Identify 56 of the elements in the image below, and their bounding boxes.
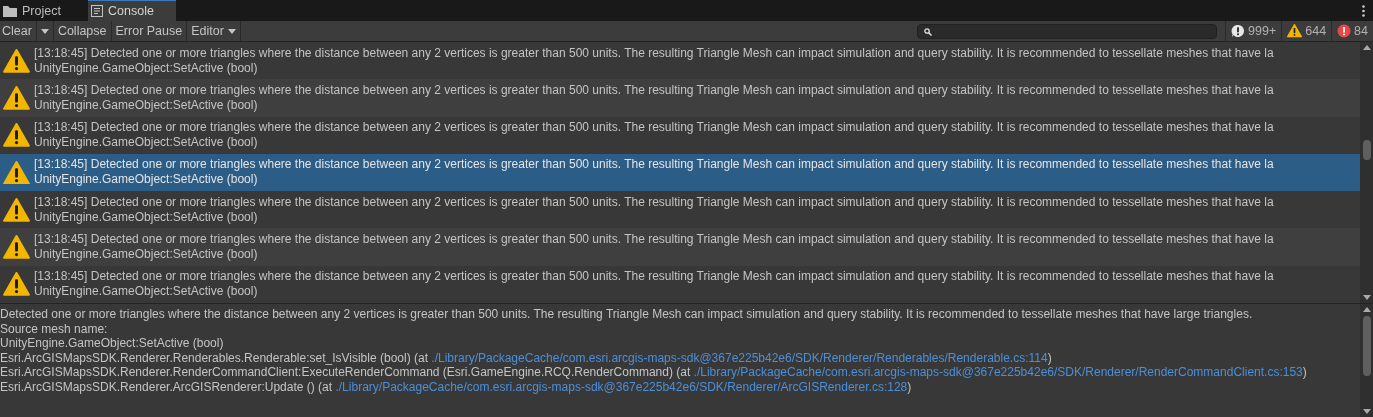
caret-icon <box>40 28 49 34</box>
log-source: UnityEngine.GameObject:SetActive (bool) <box>34 247 259 263</box>
error-icon <box>1337 24 1352 38</box>
log-message: [13:18:45] Detected one or more triangles where the distance between any 2 vertices is greater than 500 units. The resulting Triangle Mesh can impact simulation and query stability. It is recommended to tessellate meshes that have la <box>34 82 1274 98</box>
list-icon <box>91 5 103 17</box>
log-message: [13:18:45] Detected one or more triangles where the distance between any 2 vertices is greater than 500 units. The resulting Triangle Mesh can impact simulation and query stability. It is recommended to tessellate meshes that have la <box>34 120 1274 136</box>
scroll-thumb[interactable] <box>1362 140 1371 160</box>
stack-trace-line: Esri.ArcGISMapsSDK.Renderer.Renderables.Renderable:set_IsVisible (bool) (at ./Library/PackageCache/com.esri.arcgis-maps-sdk@367e225b42e6/SDK/Renderer/Renderables/Renderable.cs:114) <box>0 350 1053 366</box>
warning-icon <box>3 86 30 110</box>
log-entry[interactable] <box>0 79 1360 117</box>
info-icon <box>1231 24 1246 38</box>
warning-icon <box>3 197 30 222</box>
log-source: UnityEngine.GameObject:SetActive (bool) <box>34 172 259 188</box>
warning-icon <box>3 235 30 259</box>
search-field[interactable] <box>917 24 1218 39</box>
scroll-down-icon[interactable] <box>1362 295 1371 300</box>
stack-trace-line: Esri.ArcGISMapsSDK.Renderer.ArcGISRenderer:Update () (at ./Library/PackageCache/com.esri.arcgis-maps-sdk@367e225b42e6/SDK/Renderer/ArcGISRenderer.cs:128) <box>0 379 913 395</box>
file-link[interactable]: ./Library/PackageCache/com.esri.arcgis-maps-sdk@367e225b42e6/SDK/Renderer/ArcGISRenderer.cs:128 <box>335 379 908 394</box>
clear-button[interactable]: Clear <box>0 21 37 41</box>
more-menu-icon[interactable] <box>1362 4 1365 17</box>
warning-icon <box>3 48 30 73</box>
search-icon <box>924 27 933 36</box>
file-link[interactable]: ./Library/PackageCache/com.esri.arcgis-maps-sdk@367e225b42e6/SDK/Renderer/RenderCommandClient.cs:153 <box>693 365 1303 380</box>
log-message: [13:18:45] Detected one or more triangles where the distance between any 2 vertices is greater than 500 units. The resulting Triangle Mesh can impact simulation and query stability. It is recommended to tessellate meshes that have la <box>34 232 1274 248</box>
scrollbar[interactable] <box>1360 42 1373 303</box>
stack-trace-line: UnityEngine.GameObject:SetActive (bool) <box>0 336 225 351</box>
log-message: [13:18:45] Detected one or more triangles where the distance between any 2 vertices is greater than 500 units. The resulting Triangle Mesh can impact simulation and query stability. It is recommended to tessellate meshes that have la <box>34 194 1274 210</box>
log-message: [13:18:45] Detected one or more triangles where the distance between any 2 vertices is greater than 500 units. The resulting Triangle Mesh can impact simulation and query stability. It is recommended to tessellate meshes that have la <box>34 269 1274 285</box>
log-source: UnityEngine.GameObject:SetActive (bool) <box>34 284 259 300</box>
log-source: UnityEngine.GameObject:SetActive (bool) <box>34 60 259 76</box>
log-entry[interactable] <box>0 153 1360 192</box>
scroll-up-icon[interactable] <box>1362 307 1371 312</box>
log-entry[interactable] <box>0 228 1360 266</box>
log-message: [13:18:45] Detected one or more triangles where the distance between any 2 vertices is greater than 500 units. The resulting Triangle Mesh can impact simulation and query stability. It is recommended to tessellate meshes that have la <box>34 45 1274 61</box>
log-source: UnityEngine.GameObject:SetActive (bool) <box>34 97 259 113</box>
log-message: [13:18:45] Detected one or more triangles where the distance between any 2 vertices is greater than 500 units. The resulting Triangle Mesh can impact simulation and query stability. It is recommended to tessellate meshes that have la <box>34 157 1274 173</box>
warning-icon <box>3 123 30 148</box>
folder-icon <box>3 5 17 17</box>
scrollbar[interactable] <box>1360 304 1373 417</box>
warning-icon <box>3 272 30 297</box>
stack-trace-line: Esri.ArcGISMapsSDK.Renderer.RenderCommandClient:ExecuteRenderCommand (Esri.GameEngine.RCQ.RenderCommand) (at ./Library/PackageCache/com.esri.arcgis-maps-sdk@367e225b42e6/SDK/Renderer/RenderCommandClient.cs:153) <box>0 365 1308 380</box>
stack-trace-line: Detected one or more triangles where the distance between any 2 vertices is greater than 500 units. The resulting Triangle Mesh can impact simulation and query stability. It is recommended to tessellate meshes that have large triangles. <box>0 307 1254 322</box>
caret-icon <box>227 28 236 34</box>
stack-trace-line: Source mesh name: <box>0 321 109 337</box>
scroll-down-icon[interactable] <box>1362 409 1371 414</box>
scroll-thumb[interactable] <box>1362 316 1371 376</box>
scroll-up-icon[interactable] <box>1362 45 1371 50</box>
warning-icon <box>3 160 30 185</box>
dropdown-button[interactable]: Editor <box>187 21 241 41</box>
warning-icon <box>1287 24 1303 38</box>
panel-tab[interactable]: Console <box>88 0 176 21</box>
log-source: UnityEngine.GameObject:SetActive (bool) <box>34 209 259 225</box>
log-source: UnityEngine.GameObject:SetActive (bool) <box>34 135 259 151</box>
toggle-button[interactable]: Collapse <box>53 21 112 41</box>
toggle-button[interactable]: Error Pause <box>111 21 188 41</box>
file-link[interactable]: ./Library/PackageCache/com.esri.arcgis-maps-sdk@367e225b42e6/SDK/Renderer/Renderables/Renderable.cs:114 <box>431 350 1048 365</box>
